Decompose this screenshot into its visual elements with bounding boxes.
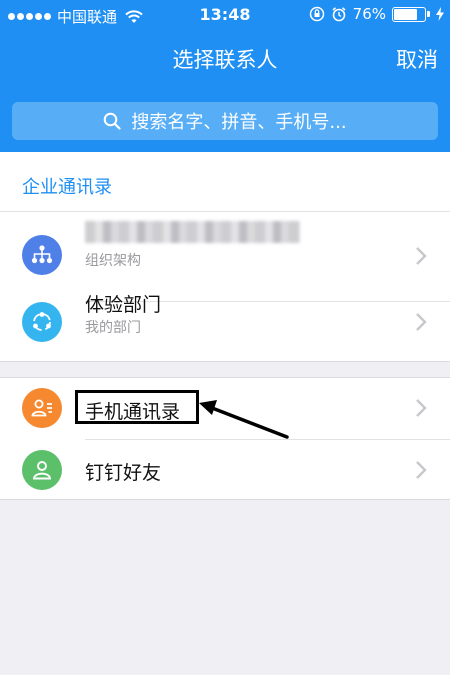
search-icon	[104, 112, 122, 130]
annotation-highlight-box	[75, 390, 199, 424]
list-item-subtitle: 组织架构	[85, 253, 141, 269]
header: 中国联通 13:48 76% 选择联系人 取消 搜索名字、拼音、手机号...	[0, 0, 450, 152]
list-item-title: 体验部门	[85, 294, 162, 316]
charging-bolt-icon	[436, 7, 444, 21]
search-placeholder: 搜索名字、拼音、手机号...	[131, 112, 347, 133]
list-item-dingtalk-friends[interactable]: 钉钉好友	[0, 440, 450, 500]
org-chart-icon	[22, 235, 62, 275]
battery-icon	[392, 6, 430, 22]
annotation-arrow-icon	[199, 400, 289, 439]
alarm-icon	[332, 7, 346, 22]
page-title: 选择联系人	[172, 48, 278, 72]
chevron-right-icon	[416, 313, 427, 331]
enterprise-contacts-group: 企业通讯录 组织架构 体验部门 我的部门	[0, 152, 450, 362]
list-item-trial-department[interactable]: 体验部门 我的部门	[0, 294, 450, 362]
cancel-button[interactable]: 取消	[396, 44, 438, 74]
list-item-title: 钉钉好友	[85, 462, 162, 484]
rotation-lock-icon	[309, 6, 324, 22]
chevron-right-icon	[416, 461, 427, 479]
battery-percent: 76%	[352, 5, 386, 23]
chevron-right-icon	[416, 399, 427, 417]
share-circle-icon	[22, 302, 62, 342]
status-bar: 中国联通 13:48 76%	[0, 0, 450, 30]
blurred-name	[85, 221, 300, 243]
section-label-enterprise: 企业通讯录	[22, 177, 112, 198]
list-item-subtitle: 我的部门	[85, 320, 141, 336]
search-input[interactable]: 搜索名字、拼音、手机号...	[12, 102, 438, 140]
person-icon	[22, 450, 62, 490]
chevron-right-icon	[416, 247, 427, 265]
contact-card-icon	[22, 388, 62, 428]
